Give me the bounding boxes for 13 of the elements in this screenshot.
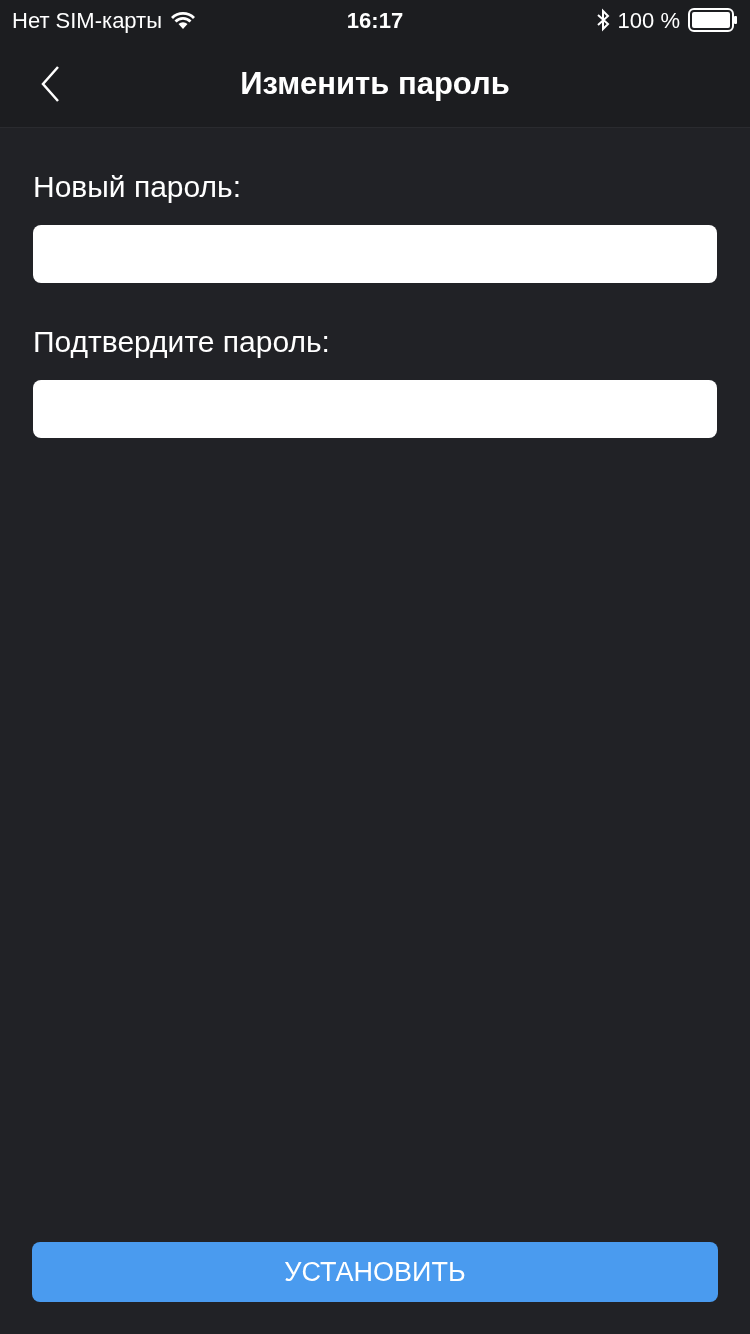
submit-button[interactable]: УСТАНОВИТЬ: [32, 1242, 718, 1302]
wifi-icon: [170, 10, 196, 30]
bluetooth-icon: [595, 8, 610, 32]
clock-time: 16:17: [346, 7, 404, 33]
back-icon: [40, 64, 60, 103]
battery-icon: [688, 8, 738, 32]
field-label: Подтвердите пароль:: [33, 324, 331, 360]
field-label: Новый пароль:: [33, 169, 243, 205]
screen-title: Изменить пароль: [240, 64, 510, 103]
password-field[interactable]: [33, 380, 717, 438]
carrier-name: Нет SIM-карты: [12, 6, 162, 35]
password-field[interactable]: [33, 225, 717, 283]
battery-percent: 100 %: [617, 6, 680, 35]
